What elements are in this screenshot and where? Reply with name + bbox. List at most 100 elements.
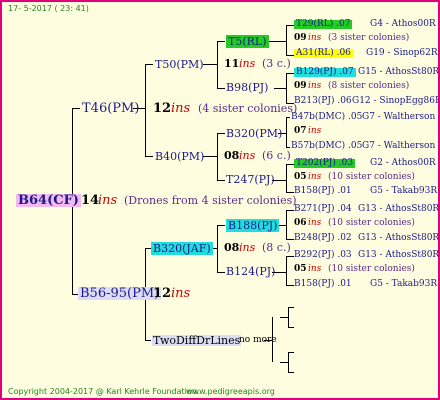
gen4-note-1: (3 sister colonies)	[328, 33, 410, 43]
gen4-ins-label-5: ins	[308, 264, 322, 274]
gen4-queen-10[interactable]: B248(PJ) .02	[294, 234, 352, 243]
gen4-queen-8[interactable]: B158(PJ) .01	[294, 187, 352, 196]
gen4-ins-label-3: ins	[308, 172, 322, 182]
gen4-queen-1[interactable]: T29(RL) .07	[294, 20, 353, 29]
gen1-dam-ins-label: ins	[171, 286, 191, 301]
connector	[288, 352, 294, 353]
gen4-queen-3[interactable]: B129(PJ) .07	[294, 68, 356, 77]
connector	[217, 41, 218, 88]
connector	[286, 25, 287, 55]
gen4-queen-11[interactable]: B292(PJ) .03	[294, 251, 352, 260]
gen4-ins-label-4: ins	[308, 218, 322, 228]
root-note: (Drones from 4 sister colonies)	[124, 194, 297, 207]
connector	[286, 164, 294, 165]
connector	[286, 55, 294, 56]
gen3-queen-5[interactable]: B188(PJ)	[226, 219, 280, 232]
connector	[288, 372, 294, 373]
gen4-note-2: (8 sister colonies)	[328, 81, 410, 91]
connector	[286, 117, 287, 147]
footer-copyright: Copyright 2004-2017 @ Karl Kehrle Founda…	[8, 387, 200, 396]
gen4-ins-number-3: 05	[294, 172, 307, 182]
gen2-2-ins-label: ins	[239, 149, 256, 162]
connector	[145, 64, 153, 65]
gen3-queen-4[interactable]: T247(PJ)	[226, 174, 275, 185]
gen4-queen-5[interactable]: B47b(DMC) .05	[291, 113, 362, 122]
connector	[286, 256, 287, 285]
root-ins-number: 14	[81, 193, 100, 208]
gen4-code-8: G5 - Takab93R	[370, 186, 438, 196]
connector	[286, 210, 287, 239]
connector	[286, 147, 290, 148]
gen3-queen-3[interactable]: B320(PM)	[226, 128, 282, 139]
gen3-queen-2[interactable]: B98(PJ)	[226, 82, 268, 93]
gen3-queen-6[interactable]: B124(PJ)	[226, 266, 275, 277]
gen2-4-note: no more	[239, 335, 277, 345]
pedigree-frame: 17- 5-2017 ( 23: 41) B64(CF) 14 ins (Dro…	[0, 0, 440, 400]
root-queen[interactable]: B64(CF)	[16, 194, 81, 207]
gen2-queen-2[interactable]: B40(PM)	[155, 151, 204, 162]
connector	[274, 88, 286, 89]
gen4-queen-9[interactable]: B271(PJ) .04	[294, 205, 352, 214]
gen2-queen-3[interactable]: B320(JAF)	[151, 242, 213, 255]
gen4-note-3: (10 sister colonies)	[328, 172, 415, 182]
gen4-code-3: G15 - AthosSt80R	[358, 67, 440, 77]
gen2-1-note: (3 c.)	[262, 57, 291, 70]
connector	[286, 210, 294, 211]
gen2-queen-1[interactable]: T50(PM)	[155, 59, 204, 70]
gen4-queen-4[interactable]: B213(PJ) .06	[294, 97, 352, 106]
gen2-1-ins-number: 11	[224, 57, 240, 70]
gen2-queen-4[interactable]: TwoDiffDrLines	[152, 335, 242, 346]
gen2-2-note: (6 c.)	[262, 149, 291, 162]
connector	[286, 25, 294, 26]
gen2-3-note: (8 c.)	[262, 241, 291, 254]
gen4-code-4: G12 - SinopEgg86R	[352, 96, 440, 106]
gen4-ins-number-2: 09	[294, 81, 307, 91]
gen4-note-4: (10 sister colonies)	[328, 218, 415, 228]
connector	[286, 192, 294, 193]
gen4-note-5: (10 sister colonies)	[328, 264, 415, 274]
gen3-3-ins-number: 07	[294, 126, 307, 136]
gen4-code-12: G5 - Takab93R	[370, 279, 438, 289]
root-ins-label: ins	[98, 193, 118, 208]
gen4-code-11: G13 - AthosSt80R	[358, 250, 440, 260]
gen4-queen-7[interactable]: T202(PJ) .03	[294, 159, 356, 168]
gen4-code-1: G4 - Athos00R	[370, 19, 436, 29]
connector	[203, 64, 217, 65]
gen4-queen-12[interactable]: B158(PJ) .01	[294, 280, 352, 289]
gen1-sire-ins-number: 12	[153, 101, 172, 116]
connector	[203, 156, 217, 157]
connector	[286, 256, 294, 257]
gen1-dam-queen[interactable]: B56-95(PM)	[78, 287, 162, 300]
gen4-ins-label-1: ins	[308, 33, 322, 43]
connector	[217, 180, 225, 181]
gen2-2-ins-number: 08	[224, 149, 240, 162]
gen1-sire-queen[interactable]: T46(PM)	[82, 102, 139, 115]
connector	[217, 133, 218, 180]
connector	[217, 272, 225, 273]
connector	[280, 317, 288, 318]
connector	[145, 64, 146, 156]
gen4-queen-2[interactable]: A31(RL) .06	[294, 49, 353, 58]
gen3-3-ins-label: ins	[308, 126, 322, 136]
connector	[286, 73, 287, 103]
gen3-queen-1[interactable]: T5(RL)	[226, 35, 269, 48]
connector	[288, 307, 289, 327]
connector	[217, 41, 225, 42]
gen4-code-5: G7 - Waltherson	[362, 112, 436, 122]
gen4-code-10: G13 - AthosSt80R	[358, 233, 440, 243]
gen4-ins-number-4: 06	[294, 218, 307, 228]
gen2-3-ins-label: ins	[239, 241, 256, 254]
connector	[288, 327, 294, 328]
header-date: 17- 5-2017 ( 23: 41)	[8, 4, 89, 13]
footer-site-link[interactable]: www.pedigreeapis.org	[186, 388, 275, 396]
connector	[286, 117, 290, 118]
gen4-code-9: G13 - AthosSt80R	[358, 204, 440, 214]
connector	[217, 133, 225, 134]
connector	[288, 352, 289, 372]
gen1-sire-ins-label: ins	[171, 101, 191, 116]
gen4-queen-6[interactable]: B57b(DMC) .05	[291, 142, 362, 151]
gen2-3-ins-number: 08	[224, 241, 240, 254]
gen4-ins-number-5: 05	[294, 264, 307, 274]
gen2-1-ins-label: ins	[239, 57, 256, 70]
gen4-ins-number-1: 09	[294, 33, 307, 43]
